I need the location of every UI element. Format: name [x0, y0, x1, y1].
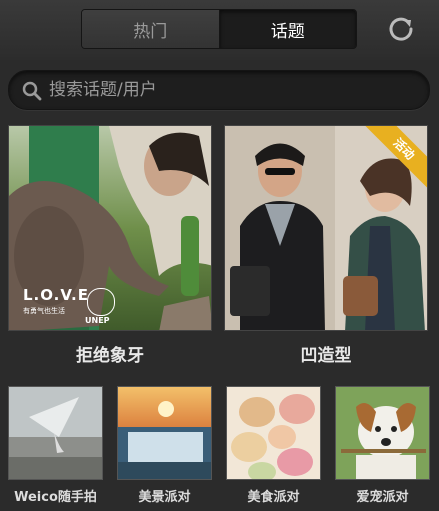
topic-card-pose[interactable]: 活动 [224, 125, 428, 331]
love-logo-subtitle: 有勇气也生活 [23, 307, 65, 315]
topic-label-pose: 凹造型 [300, 346, 352, 366]
search-input[interactable]: 搜索话题/用户 [8, 70, 430, 110]
search-icon [21, 80, 43, 102]
topic-thumb-label-snapshot: Weico随手拍 [14, 490, 97, 505]
dog-photo [336, 387, 429, 479]
topic-thumb-label-pets: 爱宠派对 [356, 490, 409, 505]
search-placeholder: 搜索话题/用户 [49, 80, 157, 100]
topic-thumb-food[interactable] [226, 386, 321, 480]
topic-card-no-ivory[interactable]: L.O.V.E 有勇气也生活 UNEP [8, 125, 212, 331]
topic-thumb-snapshot[interactable] [8, 386, 103, 480]
topic-thumb-label-scenery: 美景派对 [138, 490, 191, 505]
macaron-photo [227, 387, 320, 479]
love-logo: L.O.V.E [23, 286, 89, 304]
waterfall-photo [118, 387, 211, 479]
unep-emblem-icon [87, 288, 115, 316]
refresh-icon[interactable] [386, 14, 416, 44]
tab-topics[interactable]: 话题 [219, 10, 356, 48]
topic-thumb-pets[interactable] [335, 386, 430, 480]
topic-label-no-ivory: 拒绝象牙 [76, 346, 144, 366]
seagull-photo [9, 387, 102, 479]
segmented-control: 热门 话题 [81, 9, 357, 49]
tab-hot[interactable]: 热门 [82, 10, 220, 48]
unep-label: UNEP [85, 316, 110, 325]
topic-thumb-scenery[interactable] [117, 386, 212, 480]
top-bar: 热门 话题 [0, 0, 439, 60]
topic-thumb-label-food: 美食派对 [247, 490, 300, 505]
